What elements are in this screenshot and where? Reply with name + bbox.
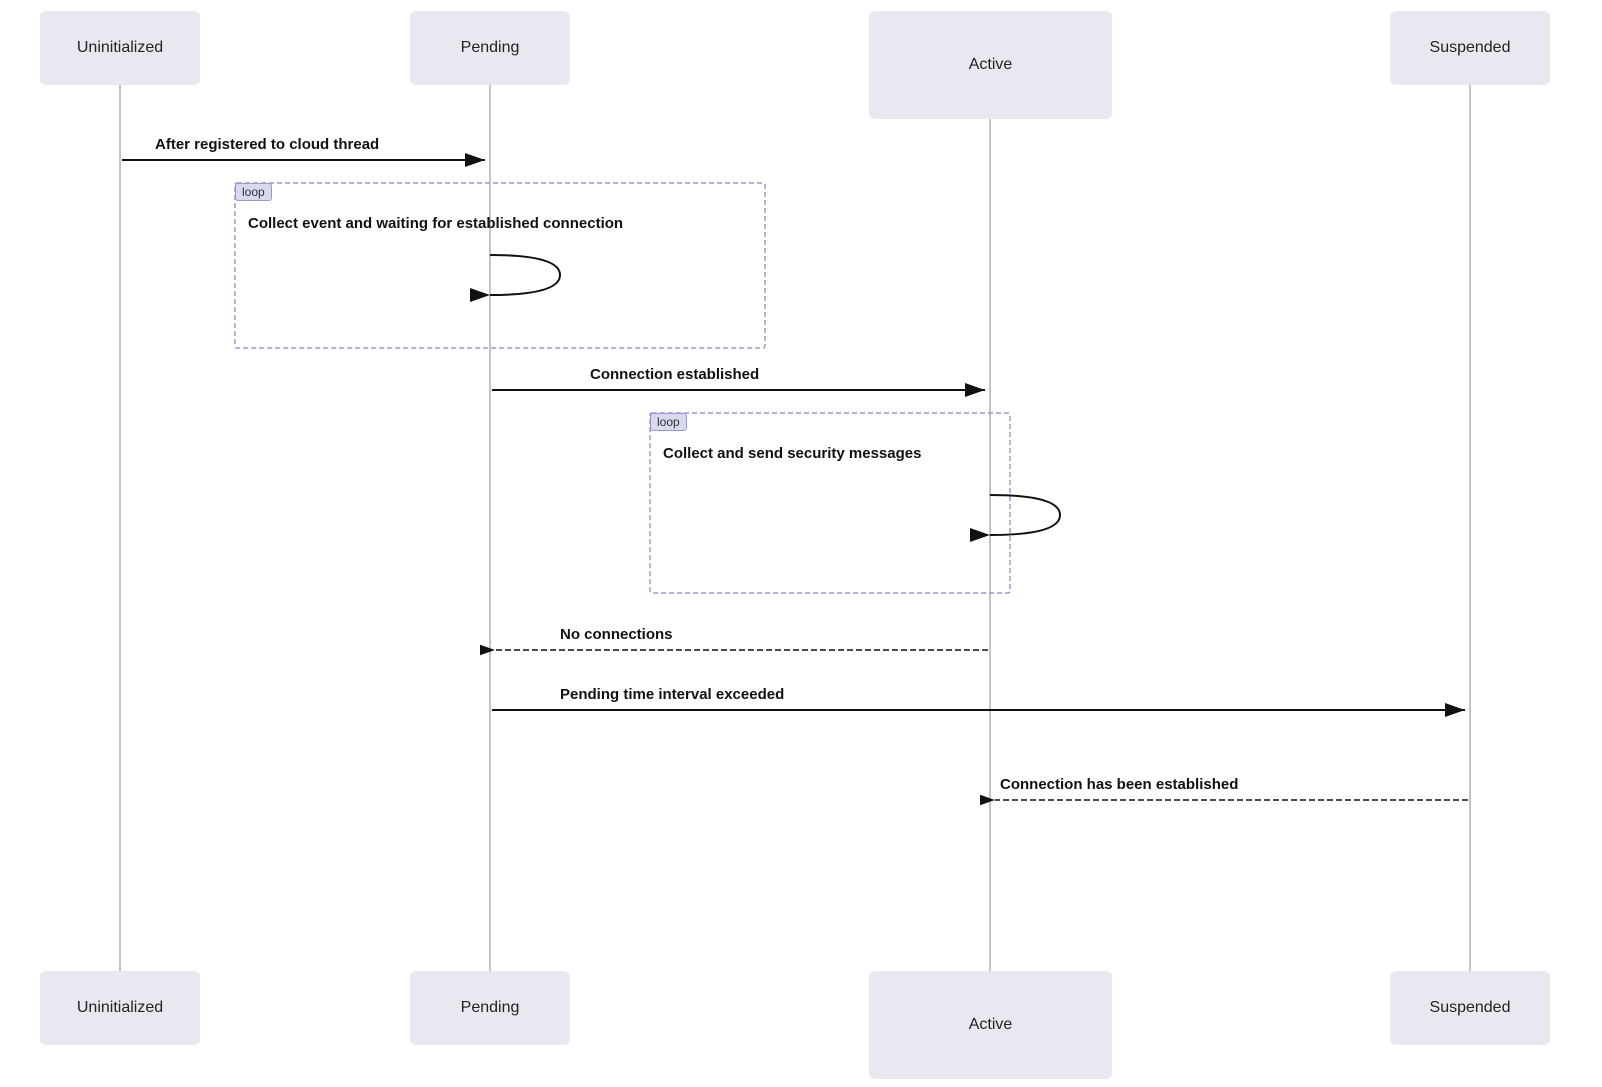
arrow-label-no-connections: No connections — [560, 626, 673, 643]
lifeline-label-suspended-bottom: Suspended — [1430, 999, 1511, 1017]
lifeline-label-pending-top: Pending — [461, 39, 520, 57]
lifeline-box-suspended-bottom: Suspended — [1390, 971, 1550, 1045]
loop-tag-1: loop — [235, 183, 272, 201]
lifeline-label-suspended-top: Suspended — [1430, 39, 1511, 57]
lifeline-box-uninitialized-top: Uninitialized — [40, 11, 200, 85]
sequence-diagram: Uninitialized Pending Active Suspended U… — [0, 0, 1602, 1087]
lifeline-label-pending-bottom: Pending — [461, 999, 520, 1017]
lifeline-label-active-top: Active — [969, 56, 1013, 74]
arrow-label-pending-time: Pending time interval exceeded — [560, 686, 784, 703]
arrow-label-connection-established: Connection established — [590, 366, 759, 383]
lifeline-label-active-bottom: Active — [969, 1016, 1013, 1034]
arrow-label-registered: After registered to cloud thread — [155, 136, 379, 153]
lifeline-box-pending-top: Pending — [410, 11, 570, 85]
diagram-svg — [0, 0, 1602, 1087]
lifeline-box-pending-bottom: Pending — [410, 971, 570, 1045]
lifeline-box-active-bottom: Active — [869, 971, 1112, 1079]
lifeline-box-active-top: Active — [869, 11, 1112, 119]
lifeline-label-uninitialized-top: Uninitialized — [77, 39, 163, 57]
lifeline-box-uninitialized-bottom: Uninitialized — [40, 971, 200, 1045]
lifeline-box-suspended-top: Suspended — [1390, 11, 1550, 85]
arrow-label-connection-established2: Connection has been established — [1000, 776, 1238, 793]
loop-tag-2: loop — [650, 413, 687, 431]
loop-label-1: Collect event and waiting for establishe… — [248, 215, 623, 232]
lifeline-label-uninitialized-bottom: Uninitialized — [77, 999, 163, 1017]
loop-label-2: Collect and send security messages — [663, 445, 921, 462]
